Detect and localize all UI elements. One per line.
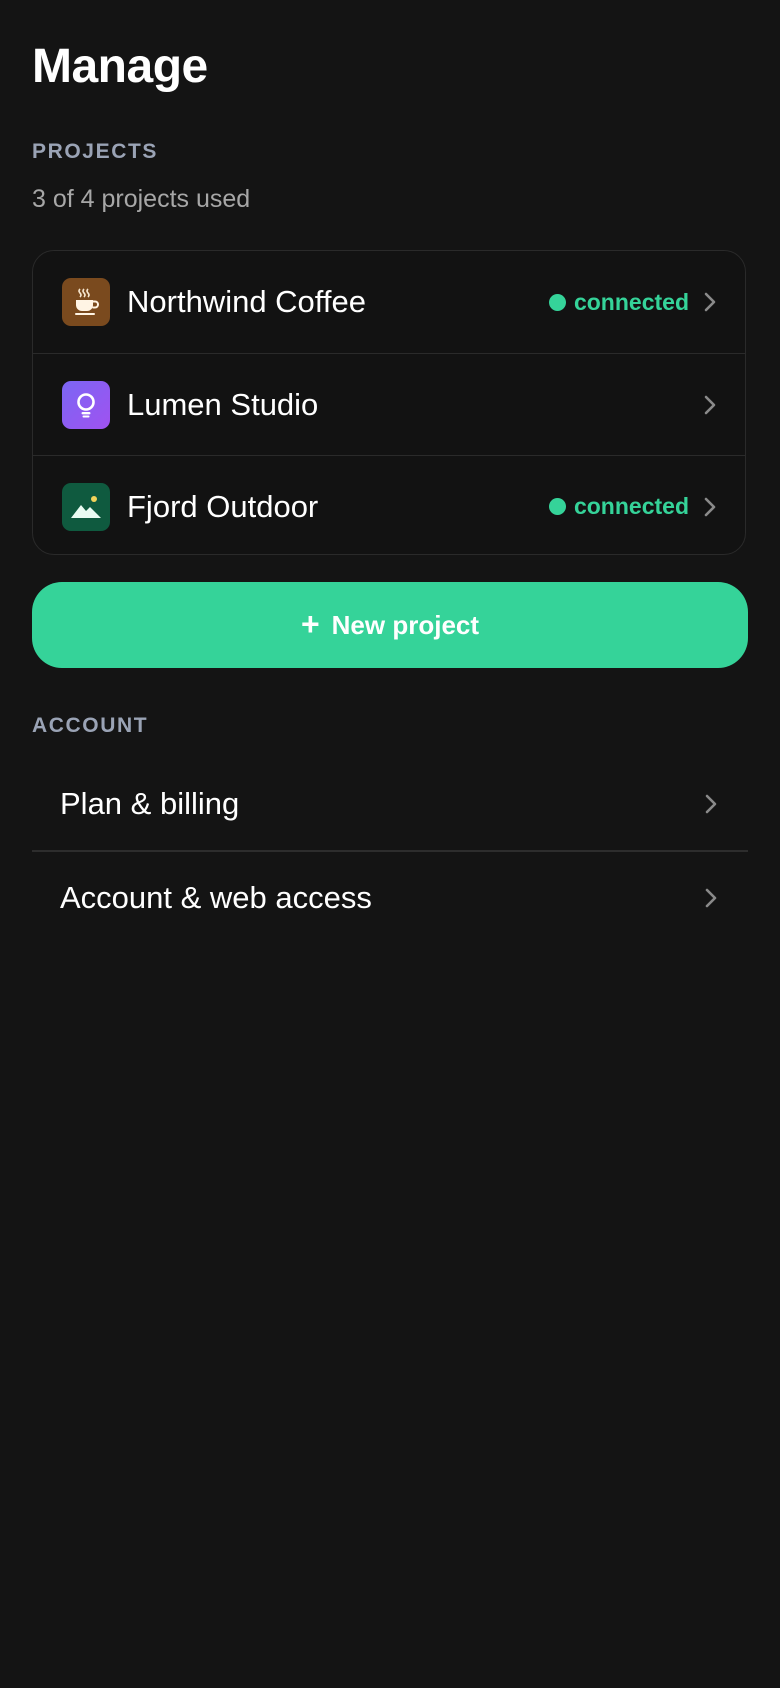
status-badge: connected [548,288,689,316]
mountain-icon [62,482,110,531]
status-dot-icon [548,498,566,515]
plus-icon: + [300,605,320,642]
project-row-fjord-outdoor[interactable]: Fjord Outdoor connected [33,455,745,557]
project-row-lumen-studio[interactable]: Lumen Studio [33,353,745,455]
projects-usage-text: 3 of 4 projects used [32,185,251,213]
plan-billing-row[interactable]: Plan & billing [32,758,748,850]
status-dot-icon [548,293,566,311]
project-name: Lumen Studio [127,386,319,422]
chevron-right-icon [703,496,717,518]
status-text: connected [573,493,689,519]
status-badge: connected [548,493,689,520]
chevron-right-icon [703,291,717,313]
lightbulb-icon [62,380,110,429]
new-project-button[interactable]: + New project [32,582,748,668]
new-project-label: New project [331,609,480,640]
account-web-access-row[interactable]: Account & web access [32,852,748,944]
chevron-right-icon [703,394,717,416]
chevron-right-icon [704,887,718,909]
coffee-cup-icon [62,278,110,326]
row-label: Account & web access [60,880,372,915]
project-row-northwind-coffee[interactable]: Northwind Coffee connected [33,251,745,353]
account-section-label: ACCOUNT [32,714,149,737]
page-title: Manage [32,40,208,93]
status-text: connected [573,288,689,315]
project-name: Fjord Outdoor [127,488,319,524]
projects-section-label: PROJECTS [32,140,158,163]
project-name: Northwind Coffee [127,284,366,319]
chevron-right-icon [704,793,718,815]
projects-list: Northwind Coffee connected Lumen Studio [32,250,746,555]
row-label: Plan & billing [60,786,240,821]
